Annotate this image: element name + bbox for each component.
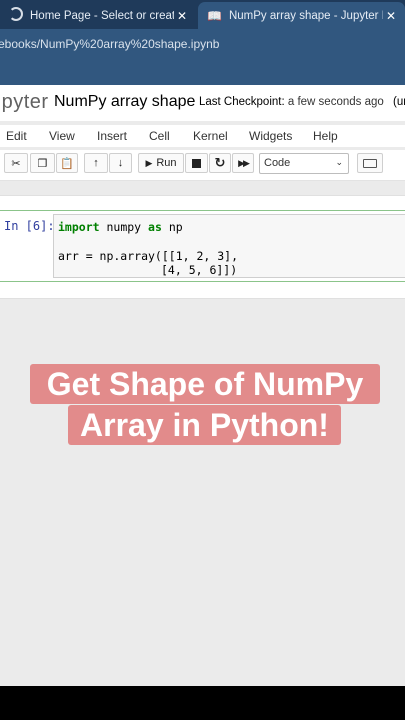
code-keyword: import: [58, 220, 100, 234]
code-editor[interactable]: import numpy as np arr = np.array([[1, 2…: [53, 214, 405, 278]
menu-cell[interactable]: Cell: [149, 129, 170, 143]
cell-type-value: Code: [264, 157, 291, 169]
move-up-button[interactable]: ↑: [84, 153, 108, 173]
save-status: (unsa: [392, 96, 405, 108]
checkpoint-value: a few seconds ago: [287, 96, 384, 108]
browser-tab-strip: Home Page - Select or create a n ✕ 📖 Num…: [0, 0, 405, 29]
title-line-2: Array in Python!: [68, 405, 341, 445]
menu-insert[interactable]: Insert: [97, 129, 127, 143]
move-up-icon: ↑: [93, 157, 99, 169]
input-prompt: In [6]:: [4, 219, 55, 233]
code-cell[interactable]: In [6]: import numpy as np arr = np.arra…: [0, 210, 405, 282]
notebook-container: In [6]: import numpy as np arr = np.arra…: [0, 195, 405, 299]
menu-view[interactable]: View: [49, 129, 75, 143]
menu-widgets[interactable]: Widgets: [249, 129, 292, 143]
browser-tab-notebook[interactable]: 📖 NumPy array shape - Jupyter No ✕: [198, 2, 405, 29]
paste-icon: 📋: [60, 157, 74, 170]
checkpoint-label: Last Checkpoint:: [199, 96, 285, 108]
bottom-bar: [0, 686, 405, 720]
restart-button[interactable]: ↻: [209, 153, 231, 173]
menu-bar: Edit View Insert Cell Kernel Widgets Hel…: [0, 125, 405, 147]
stop-icon: [192, 158, 201, 168]
code-line-2: arr = np.array([[1, 2, 3],: [58, 249, 239, 263]
cell-type-select[interactable]: Code ⌄: [259, 153, 349, 174]
cut-button[interactable]: ✂: [4, 153, 28, 173]
tab-title: NumPy array shape - Jupyter No: [228, 9, 383, 22]
notebook-book-icon: 📖: [207, 8, 222, 23]
checkpoint-status: Last Checkpoint: a few seconds ago (unsa: [199, 96, 405, 108]
jupyter-logo[interactable]: upyter: [0, 91, 49, 114]
keyboard-icon: [363, 158, 377, 168]
copy-button[interactable]: ❐: [30, 153, 55, 173]
copy-icon: ❐: [37, 157, 48, 170]
jupyter-header: upyter NumPy array shape Last Checkpoint…: [0, 85, 405, 121]
move-down-button[interactable]: ↓: [109, 153, 132, 173]
address-bar[interactable]: otebooks/NumPy%20array%20shape.ipynb: [0, 29, 405, 57]
menu-kernel[interactable]: Kernel: [193, 129, 228, 143]
url-text: otebooks/NumPy%20array%20shape.ipynb: [0, 37, 220, 51]
stop-button[interactable]: [185, 153, 208, 173]
close-icon[interactable]: ✕: [174, 9, 190, 23]
fast-forward-button[interactable]: ▶▶: [232, 153, 254, 173]
run-icon: ▶: [145, 157, 153, 168]
cut-icon: ✂: [11, 157, 21, 170]
notebook-toolbar: ✂ ❐ 📋 ↑ ↓ ▶ Run ↻ ▶▶ Code ⌄: [0, 150, 405, 181]
fast-forward-icon: ▶▶: [238, 157, 250, 168]
code-line-1: import numpy as np: [58, 220, 183, 234]
code-line-3: [4, 5, 6]]): [161, 263, 238, 277]
url-field[interactable]: otebooks/NumPy%20array%20shape.ipynb: [0, 33, 405, 55]
jupyter-spinner-icon: [9, 7, 23, 24]
run-button[interactable]: ▶ Run: [138, 153, 184, 173]
code-keyword: as: [148, 220, 162, 234]
code-alias: np: [168, 220, 183, 234]
title-line-1: Get Shape of NumPy: [30, 364, 380, 404]
chevron-down-icon: ⌄: [335, 157, 343, 167]
browser-tab-home[interactable]: Home Page - Select or create a n ✕: [0, 2, 196, 29]
menu-help[interactable]: Help: [313, 129, 338, 143]
tab-title: Home Page - Select or create a n: [30, 9, 174, 22]
browser-toolbar-strip: [0, 57, 405, 85]
notebook-title[interactable]: NumPy array shape: [54, 93, 195, 111]
code-module: numpy: [106, 220, 142, 234]
move-down-icon: ↓: [117, 157, 124, 169]
command-palette-button[interactable]: [357, 153, 383, 173]
restart-icon: ↻: [214, 155, 226, 170]
run-label: Run: [156, 157, 177, 169]
menu-edit[interactable]: Edit: [6, 129, 27, 143]
close-icon[interactable]: ✕: [383, 9, 399, 23]
paste-button[interactable]: 📋: [56, 153, 78, 173]
